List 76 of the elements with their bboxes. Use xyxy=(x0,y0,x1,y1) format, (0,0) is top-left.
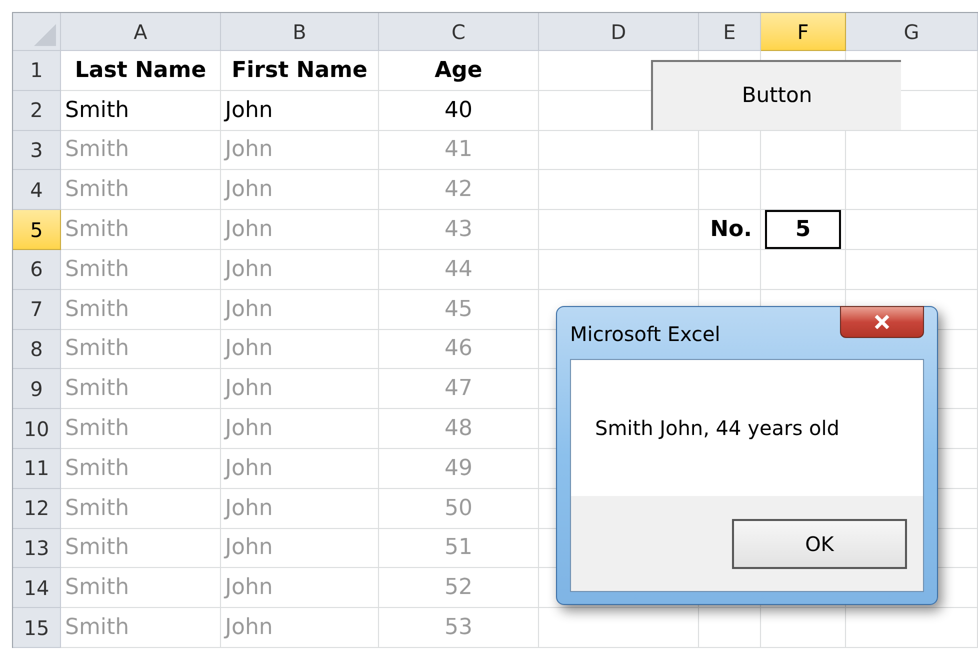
ok-button[interactable]: OK xyxy=(732,518,907,568)
table-cell-text: 46 xyxy=(444,335,472,364)
dialog-title: Microsoft Excel xyxy=(570,321,720,348)
sheet-button[interactable]: Button xyxy=(651,60,901,130)
table-cell-text: John xyxy=(225,256,273,284)
table-cell-text: 40 xyxy=(444,96,472,125)
table-cell-text: John xyxy=(225,494,273,523)
table-cell-text: Smith xyxy=(65,96,130,125)
table-cell-text: John xyxy=(225,335,273,364)
table-cell-text: 44 xyxy=(444,256,472,284)
column-header[interactable]: F xyxy=(761,13,846,51)
table-cell-text: 49 xyxy=(444,454,472,483)
dialog-message: Smith John, 44 years old xyxy=(595,415,840,442)
column-header[interactable]: E xyxy=(699,13,761,51)
table-cell-text: First Name xyxy=(232,56,368,85)
table-cell-text: Smith xyxy=(65,574,130,602)
row-header[interactable]: 13 xyxy=(13,528,61,568)
triangle-icon xyxy=(34,24,56,46)
table-cell-text: 51 xyxy=(444,534,472,562)
row-header[interactable]: 11 xyxy=(13,448,61,489)
table-cell-text: John xyxy=(225,216,273,244)
table-cell-text: 53 xyxy=(444,614,472,642)
table-cell-text: Smith xyxy=(65,335,130,364)
close-button[interactable] xyxy=(840,306,924,338)
table-cell-text: Age xyxy=(434,56,482,85)
table-cell-text: Smith xyxy=(65,454,130,483)
table-cell-text: John xyxy=(225,534,273,562)
table-cell-text: 47 xyxy=(444,375,472,404)
table-cell-text: Smith xyxy=(65,256,130,284)
row-header[interactable]: 5 xyxy=(13,210,61,250)
table-cell-text: Smith xyxy=(65,176,130,204)
column-header[interactable]: A xyxy=(61,13,221,51)
table-cell-text: John xyxy=(225,296,273,324)
row-header[interactable]: 6 xyxy=(13,250,61,290)
table-cell-text: Smith xyxy=(65,375,130,404)
table-cell-text: Smith xyxy=(65,296,130,324)
row-header[interactable]: 9 xyxy=(13,369,61,410)
row-header[interactable]: 7 xyxy=(13,290,61,330)
table-cell-text: 41 xyxy=(444,136,472,164)
table-cell-text: Smith xyxy=(65,216,130,244)
row-header[interactable]: 10 xyxy=(13,409,61,449)
table-cell-text: 45 xyxy=(444,296,472,324)
column-header[interactable]: G xyxy=(846,13,978,51)
row-header[interactable]: 14 xyxy=(13,568,61,608)
cell-label: No. xyxy=(710,216,752,244)
table-cell-text: John xyxy=(225,136,273,164)
row-header[interactable]: 1 xyxy=(13,51,61,91)
table-cell-text: John xyxy=(225,176,273,204)
table-cell-text: 43 xyxy=(444,216,472,244)
row-header[interactable]: 12 xyxy=(13,488,61,529)
table-cell-text: 50 xyxy=(444,494,472,523)
table-cell-text: John xyxy=(225,375,273,404)
table-cell-text: Smith xyxy=(65,136,130,164)
close-icon xyxy=(874,315,890,329)
table-cell-text: 42 xyxy=(444,176,472,204)
table-cell-text: Smith xyxy=(65,415,130,444)
column-header[interactable]: C xyxy=(379,13,539,51)
row-header[interactable]: 8 xyxy=(13,330,61,370)
table-cell-text: John xyxy=(225,415,273,444)
table-cell-text: John xyxy=(225,574,273,602)
table-cell-text: Smith xyxy=(65,534,130,562)
table-cell-text: John xyxy=(225,454,273,483)
row-header[interactable]: 2 xyxy=(13,90,61,131)
table-cell-text: John xyxy=(225,614,273,642)
row-header[interactable]: 4 xyxy=(13,170,61,210)
table-cell-text: John xyxy=(225,96,273,125)
column-header[interactable]: D xyxy=(539,13,699,51)
table-cell-text: Last Name xyxy=(74,56,206,85)
selected-cell[interactable]: 5 xyxy=(765,210,841,249)
table-cell-text: Smith xyxy=(65,614,130,642)
row-header[interactable]: 3 xyxy=(13,130,61,170)
table-cell-text: Smith xyxy=(65,494,130,523)
table-cell-text: 48 xyxy=(444,415,472,444)
row-header[interactable]: 15 xyxy=(13,608,61,648)
table-cell-text: 52 xyxy=(444,574,472,602)
column-header[interactable]: B xyxy=(221,13,379,51)
